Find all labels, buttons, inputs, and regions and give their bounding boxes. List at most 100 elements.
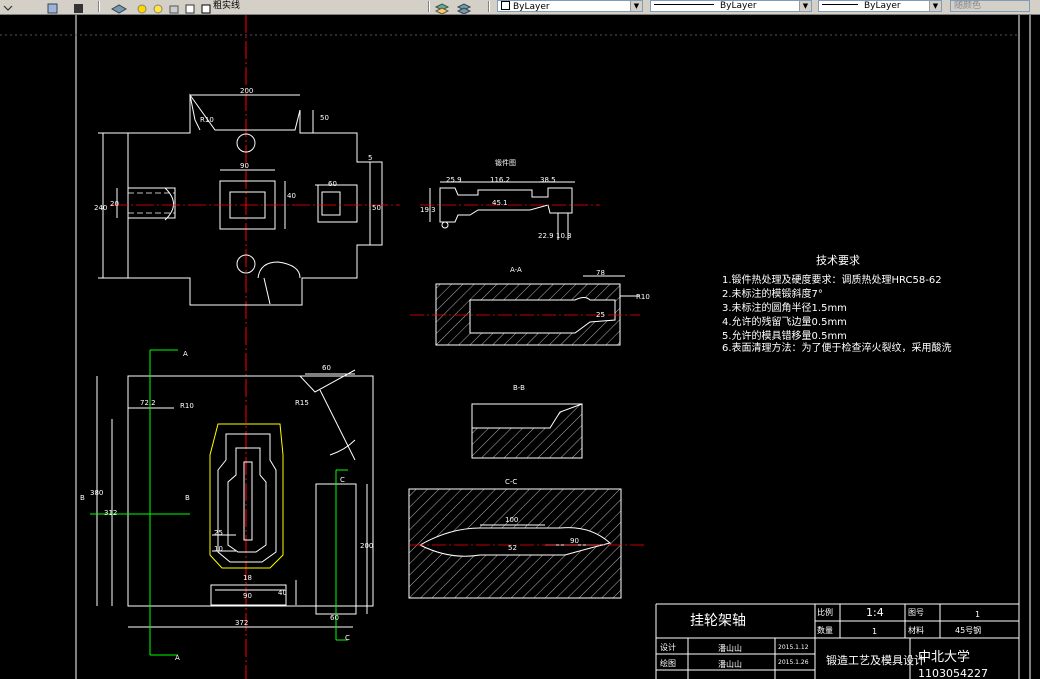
dim-20: 20	[110, 200, 119, 208]
chevron-down-icon[interactable]: ▼	[929, 1, 941, 11]
dim-240: 240	[94, 204, 107, 212]
forging-title: 锻件图	[495, 158, 516, 167]
plan-view-dashed	[128, 192, 175, 214]
toolbar-separator	[488, 1, 490, 12]
lower-dim-72: 72.2	[140, 399, 156, 407]
lineweight-value: ByLayer	[864, 1, 901, 11]
linetype-value: ByLayer	[720, 1, 757, 11]
lower-view-cavity	[217, 433, 277, 563]
forging-dim-c: 38.5	[540, 176, 556, 184]
dim-40: 40	[287, 192, 296, 200]
design-label: 设计	[660, 642, 676, 652]
dim-90: 90	[240, 162, 249, 170]
scale-label: 比例	[817, 607, 833, 617]
linetype-line-icon	[654, 4, 714, 5]
tech-line-3: 3.未标注的圆角半径1.5mm	[722, 301, 847, 314]
lower-dim-312: 312	[104, 509, 117, 517]
dim-50b: 50	[372, 204, 381, 212]
marker-a-top: A	[183, 350, 188, 358]
marker-b-left: B	[80, 494, 85, 502]
tech-line-1: 1.锻件热处理及硬度要求：调质热处理HRC58-62	[722, 273, 942, 286]
marker-c-top: C	[340, 476, 345, 484]
marker-a-bottom: A	[175, 654, 180, 662]
dim-50: 50	[320, 114, 329, 122]
section-aa-title: A-A	[510, 266, 522, 274]
dim-5: 5	[368, 154, 372, 162]
color-swatch-icon	[501, 1, 510, 10]
forging-dim-g: 10.3	[556, 232, 572, 240]
drawing-date: 2015.1.26	[778, 659, 809, 666]
layer-unlock-icon[interactable]	[72, 0, 85, 13]
forging-dim-d: 19.3	[420, 206, 436, 214]
chevron-down-icon[interactable]: ▼	[799, 1, 811, 11]
lower-view	[96, 369, 374, 628]
lineweight-combo[interactable]: ByLayer ▼	[818, 0, 942, 12]
material-label: 材料	[908, 625, 924, 635]
section-aa-r10: R10	[636, 293, 650, 301]
layer-state-icon[interactable]	[2, 0, 15, 12]
layer-lock-icon[interactable]	[168, 0, 181, 14]
scale-value: 1:4	[866, 606, 884, 619]
lower-dim-200: 200	[360, 542, 373, 550]
course-name: 锻造工艺及模具设计	[826, 653, 925, 667]
section-cc-title: C-C	[505, 478, 517, 486]
dim-r10: R10	[200, 116, 214, 124]
plotstyle-combo[interactable]: 随颜色	[950, 0, 1030, 12]
color-value: ByLayer	[513, 2, 550, 12]
tech-line-5: 5.允许的模具错移量0.5mm	[722, 329, 847, 342]
tech-requirements: 技术要求 1.锻件热处理及硬度要求：调质热处理HRC58-62 2.未标注的模锻…	[722, 254, 952, 354]
layer-properties-icon[interactable]	[110, 0, 128, 14]
layer-name-label: 粗实线	[213, 1, 241, 11]
tech-line-2: 2.未标注的模锻斜度7°	[722, 287, 823, 300]
student-id: 1103054227	[918, 667, 988, 679]
drawing-no-value: 1	[975, 610, 980, 619]
marker-b-right: B	[185, 494, 190, 502]
lower-dim-25: 25	[214, 529, 223, 537]
make-current-layer-icon[interactable]	[434, 0, 450, 14]
quantity-value: 1	[872, 627, 877, 636]
section-aa	[435, 275, 640, 346]
part-name: 挂轮架轴	[690, 613, 746, 629]
section-aa-78: 78	[596, 269, 605, 277]
lower-dim-90: 90	[243, 592, 252, 600]
material-value: 45号钢	[955, 625, 981, 635]
drawing-label: 绘图	[660, 658, 676, 668]
layer-freeze-icon[interactable]	[152, 0, 165, 14]
linetype-combo[interactable]: ByLayer ▼	[650, 0, 812, 12]
layer-color-icon[interactable]	[184, 0, 197, 14]
toolbar-separator	[428, 1, 430, 12]
lower-dim-40: 40	[278, 589, 287, 597]
drawing-name: 潘山山	[718, 659, 742, 669]
section-cut-lines	[90, 349, 348, 656]
tech-line-4: 4.允许的残留飞边量0.5mm	[722, 315, 847, 328]
lower-dim-60: 60	[322, 364, 331, 372]
lower-dim-60b: 60	[330, 614, 339, 622]
chevron-down-icon[interactable]: ▼	[630, 1, 642, 11]
section-cc-90: 90	[570, 537, 579, 545]
lower-dim-18: 18	[243, 574, 252, 582]
section-bb-title: B-B	[513, 384, 525, 392]
layer-on-icon[interactable]	[136, 0, 149, 14]
tech-title: 技术要求	[816, 254, 860, 267]
quantity-label: 数量	[817, 625, 833, 635]
plotstyle-value: 随颜色	[954, 1, 982, 11]
drawing-no-label: 图号	[908, 608, 924, 617]
forging-dim-a: 25.9	[446, 176, 462, 184]
section-aa-25: 25	[596, 311, 605, 319]
color-combo[interactable]: ByLayer ▼	[497, 0, 643, 12]
section-cc-52: 52	[508, 544, 517, 552]
layer-iso-icon[interactable]	[46, 0, 59, 14]
layer-square-icon[interactable]	[200, 0, 213, 14]
dim-200: 200	[240, 87, 253, 95]
dim-60: 60	[328, 180, 337, 188]
section-bb	[471, 403, 583, 459]
lineweight-line-icon	[822, 4, 858, 5]
drawing-canvas[interactable]: 200 50 5 R10 90 60 240 40 20 50 锻件图 25.9…	[0, 15, 1040, 679]
plan-view	[98, 93, 383, 306]
tech-line-6: 6.表面清理方法：为了便于检查淬火裂纹，采用酸洗	[722, 341, 952, 354]
design-name: 潘山山	[718, 643, 742, 653]
lower-dim-10: 10	[214, 545, 223, 553]
lower-dim-372: 372	[235, 619, 248, 627]
toolbar-separator	[98, 1, 100, 12]
layer-previous-icon[interactable]	[456, 0, 472, 14]
